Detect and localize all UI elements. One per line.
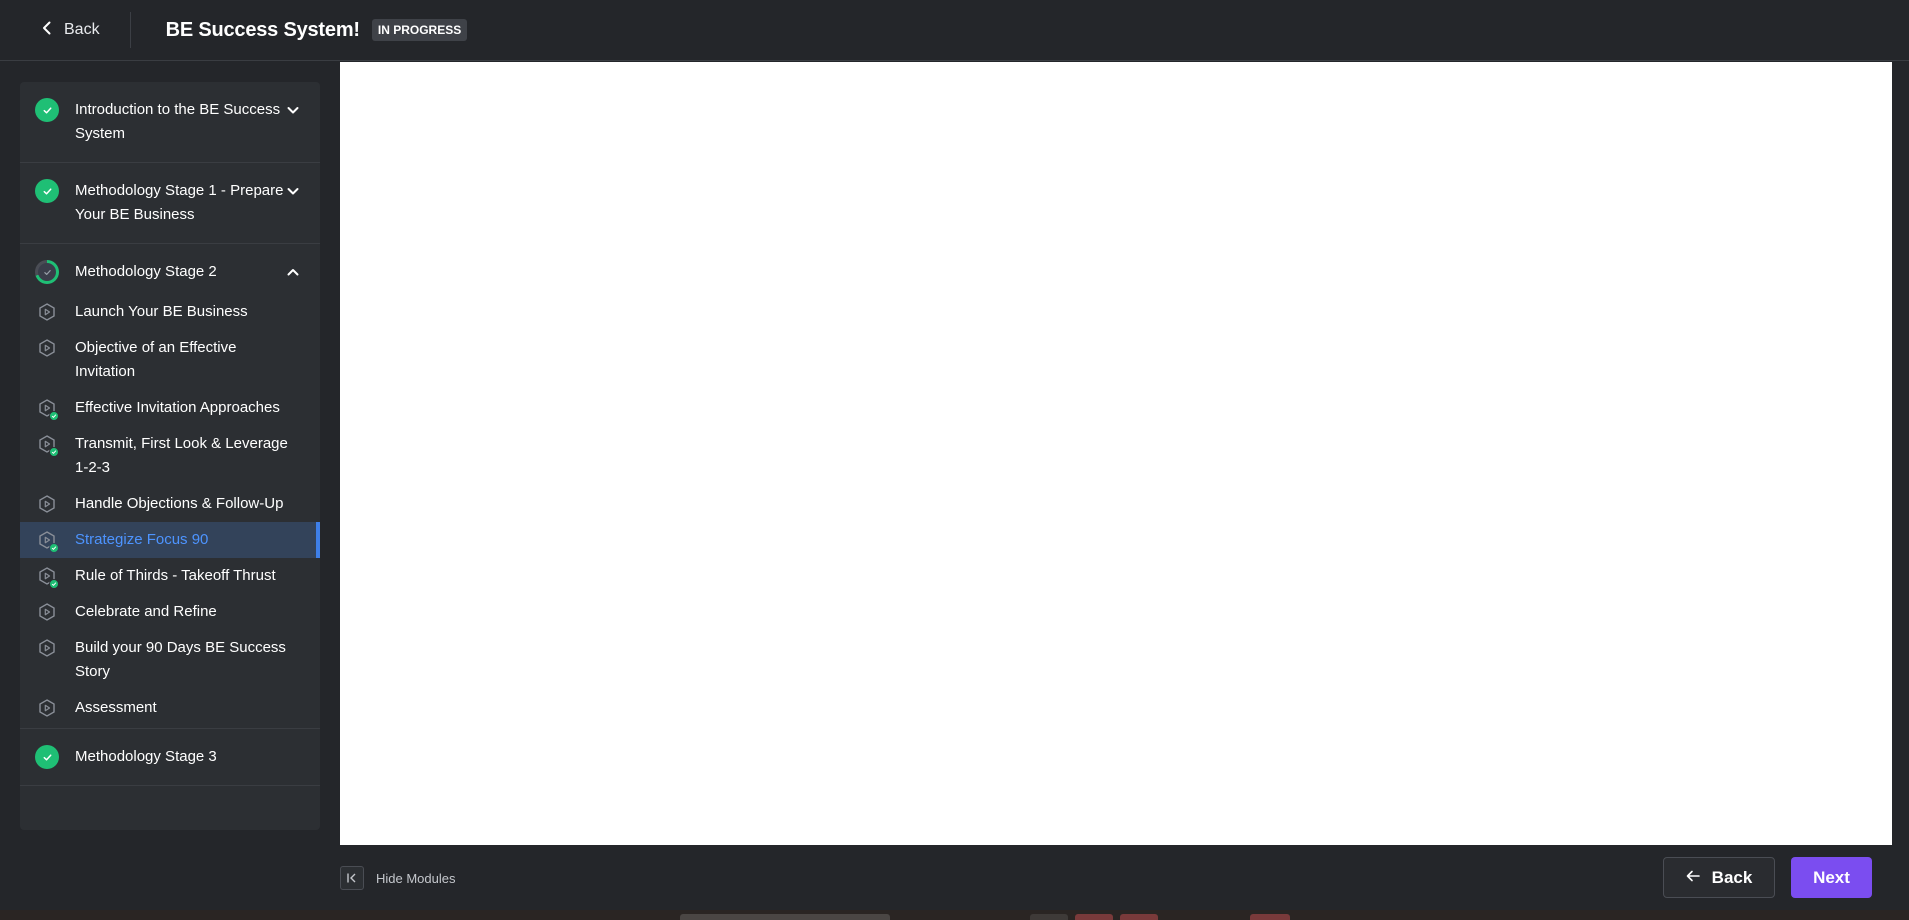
module-introduction[interactable]: Introduction to the BE Success System — [20, 82, 320, 163]
lesson-item[interactable]: Celebrate and Refine — [20, 594, 320, 630]
back-button-label: Back — [1711, 867, 1753, 887]
play-hexagon-icon — [35, 396, 59, 421]
lesson-title: Assessment — [75, 699, 157, 716]
lesson-title: Rule of Thirds - Takeoff Thrust — [75, 567, 276, 584]
lesson-title: Strategize Focus 90 — [75, 531, 209, 548]
taskbar-item[interactable] — [1030, 914, 1068, 920]
check-circle-icon — [35, 98, 59, 122]
play-hexagon-icon — [35, 300, 59, 324]
check-circle-icon — [35, 745, 59, 769]
lesson-title: Effective Invitation Approaches — [75, 399, 280, 416]
module-stage-3[interactable]: Methodology Stage 3 — [20, 729, 320, 786]
completed-check-icon — [49, 579, 59, 589]
hide-modules-label: Hide Modules — [376, 870, 456, 886]
play-hexagon-icon — [35, 336, 59, 360]
progress-ring-icon — [35, 260, 59, 284]
play-hexagon-icon — [35, 432, 59, 457]
header-back-link[interactable]: Back — [40, 12, 131, 48]
taskbar-item[interactable] — [1250, 914, 1290, 920]
lesson-title: Handle Objections & Follow-Up — [75, 495, 284, 512]
lesson-title: Objective of an Effective Invitation — [75, 339, 237, 380]
module-title: Methodology Stage 3 — [75, 748, 217, 765]
play-hexagon-icon — [35, 528, 59, 553]
module-title: Introduction to the BE Success System — [75, 101, 281, 142]
module-stage-2[interactable]: Methodology Stage 2 — [20, 244, 320, 294]
hide-modules-toggle[interactable]: Hide Modules — [340, 866, 456, 890]
check-circle-icon — [35, 179, 59, 203]
lesson-item[interactable]: Assessment — [20, 690, 320, 726]
lesson-title: Build your 90 Days BE Success Story — [75, 639, 286, 680]
lesson-list: Launch Your BE Business Objective of an … — [20, 294, 320, 729]
lesson-item[interactable]: Transmit, First Look & Leverage 1-2-3 — [20, 426, 320, 486]
lesson-item[interactable]: Objective of an Effective Invitation — [20, 330, 320, 390]
lesson-item[interactable]: Handle Objections & Follow-Up — [20, 486, 320, 522]
lesson-title: Transmit, First Look & Leverage 1-2-3 — [75, 435, 288, 476]
course-title: BE Success System! — [165, 18, 360, 41]
module-title: Methodology Stage 2 — [75, 263, 217, 280]
collapse-sidebar-icon[interactable] — [340, 866, 364, 890]
module-sidebar: Introduction to the BE Success System Me… — [20, 82, 320, 830]
back-button[interactable]: Back — [1663, 857, 1775, 898]
lesson-item[interactable]: Effective Invitation Approaches — [20, 390, 320, 426]
lesson-title: Launch Your BE Business — [75, 303, 248, 320]
lesson-content-viewer[interactable] — [340, 62, 1892, 845]
module-title: Methodology Stage 1 - Prepare Your BE Bu… — [75, 182, 284, 223]
completed-check-icon — [49, 411, 59, 421]
chevron-up-icon[interactable] — [286, 265, 300, 279]
next-button-label: Next — [1813, 867, 1850, 887]
lesson-item[interactable]: Launch Your BE Business — [20, 294, 320, 330]
module-stage-1[interactable]: Methodology Stage 1 - Prepare Your BE Bu… — [20, 163, 320, 244]
chevron-left-icon — [40, 21, 54, 40]
os-taskbar — [0, 910, 1909, 920]
completed-check-icon — [49, 543, 59, 553]
lesson-item[interactable]: Build your 90 Days BE Success Story — [20, 630, 320, 690]
arrow-left-icon — [1686, 868, 1700, 888]
chevron-down-icon[interactable] — [286, 103, 300, 117]
status-badge: IN PROGRESS — [371, 19, 468, 41]
taskbar-item[interactable] — [1075, 914, 1113, 920]
play-hexagon-icon — [35, 696, 59, 720]
play-hexagon-icon — [35, 600, 59, 624]
next-button[interactable]: Next — [1791, 857, 1872, 898]
lesson-item-active[interactable]: Strategize Focus 90 — [20, 522, 320, 558]
top-header: Back BE Success System! IN PROGRESS — [0, 0, 1909, 61]
completed-check-icon — [49, 447, 59, 457]
play-hexagon-icon — [35, 492, 59, 516]
chevron-down-icon[interactable] — [286, 184, 300, 198]
lesson-item[interactable]: Rule of Thirds - Takeoff Thrust — [20, 558, 320, 594]
play-hexagon-icon — [35, 636, 59, 660]
header-back-label: Back — [64, 21, 100, 38]
lesson-title: Celebrate and Refine — [75, 603, 217, 620]
taskbar-item[interactable] — [1120, 914, 1158, 920]
taskbar-item[interactable] — [680, 914, 890, 920]
play-hexagon-icon — [35, 564, 59, 589]
